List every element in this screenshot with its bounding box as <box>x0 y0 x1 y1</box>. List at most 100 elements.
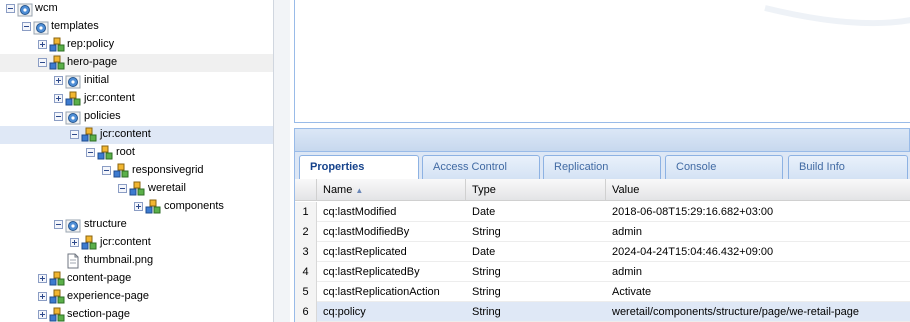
folder-globe-icon <box>17 3 33 17</box>
tree-node-jcr-content[interactable]: jcr:content <box>0 90 273 108</box>
column-header-label: Name <box>323 184 353 196</box>
node-cubes-icon <box>49 55 65 70</box>
column-header-label: Type <box>472 184 496 196</box>
node-cubes-icon <box>97 145 113 160</box>
tree-node-rep-policy[interactable]: rep:policy <box>0 36 273 54</box>
collapse-icon[interactable] <box>54 112 63 121</box>
tab-build-info[interactable]: Build Info <box>788 155 908 179</box>
tree-node-policies[interactable]: policies <box>0 108 273 126</box>
tree-node-hero-page[interactable]: hero-page <box>0 54 273 72</box>
table-row[interactable]: 1 cq:lastModified Date 2018-06-08T15:29:… <box>295 202 910 222</box>
node-cubes-icon <box>49 307 65 322</box>
collapse-icon[interactable] <box>70 130 79 139</box>
collapse-icon[interactable] <box>54 220 63 229</box>
collapse-icon[interactable] <box>22 22 31 31</box>
node-cubes-icon <box>81 127 97 142</box>
sort-ascending-icon: ▲ <box>355 186 364 195</box>
tree-node-structure[interactable]: structure <box>0 216 273 234</box>
tree-node-label: responsivegrid <box>132 164 204 176</box>
tree-node-label: components <box>164 200 224 212</box>
cell-value: admin <box>612 266 642 278</box>
table-row[interactable]: 5 cq:lastReplicationAction String Activa… <box>295 282 910 302</box>
tab-console[interactable]: Console <box>665 155 783 179</box>
collapse-icon[interactable] <box>118 184 127 193</box>
row-number: 4 <box>295 262 317 282</box>
expand-icon[interactable] <box>38 274 47 283</box>
editor-area <box>294 0 910 123</box>
tree-node-label: jcr:content <box>100 128 151 140</box>
node-cubes-icon <box>49 37 65 52</box>
column-header-name[interactable]: Name ▲ <box>317 179 466 201</box>
tree-node-templates[interactable]: templates <box>0 18 273 36</box>
cell-type: Date <box>472 246 496 258</box>
tree-node-wcm[interactable]: wcm <box>0 0 273 18</box>
tab-access-control[interactable]: Access Control <box>422 155 540 179</box>
tree-node-label: structure <box>84 218 127 230</box>
cell-type: String <box>472 306 501 318</box>
editor-background-decoration <box>764 5 910 27</box>
expand-icon[interactable] <box>38 292 47 301</box>
column-header-type[interactable]: Type <box>466 179 606 201</box>
cell-type: String <box>472 286 501 298</box>
panel-splitter[interactable] <box>273 0 290 322</box>
tree-node-components[interactable]: components <box>0 198 273 216</box>
tree-node-label: weretail <box>148 182 186 194</box>
cell-name: cq:lastModified <box>323 206 397 218</box>
tree-node-label: hero-page <box>67 56 118 68</box>
column-header-value[interactable]: Value <box>606 179 910 201</box>
expand-icon[interactable] <box>38 40 47 49</box>
collapse-icon[interactable] <box>86 148 95 157</box>
tree-node-structure-jcr-content[interactable]: jcr:content <box>0 234 273 252</box>
cell-name: cq:lastReplicatedBy <box>323 266 420 278</box>
table-row[interactable]: 6 cq:policy String weretail/components/s… <box>295 302 910 322</box>
table-row[interactable]: 3 cq:lastReplicated Date 2024-04-24T15:0… <box>295 242 910 262</box>
tree-node-thumbnail[interactable]: thumbnail.png <box>0 252 273 270</box>
node-cubes-icon <box>49 271 65 286</box>
expand-icon[interactable] <box>134 202 143 211</box>
collapse-icon[interactable] <box>6 4 15 13</box>
tree-node-label: wcm <box>35 2 58 14</box>
properties-grid: Name ▲ Type Value 1 cq:lastModified Date … <box>294 179 910 322</box>
table-row[interactable]: 4 cq:lastReplicatedBy String admin <box>295 262 910 282</box>
folder-globe-icon <box>65 75 81 89</box>
tree-node-label: initial <box>84 74 110 86</box>
row-number-header <box>295 179 317 201</box>
cell-name: cq:lastReplicated <box>323 246 407 258</box>
tab-strip: Properties Access Control Replication Co… <box>294 152 910 180</box>
cell-value: admin <box>612 226 642 238</box>
node-cubes-icon <box>145 199 161 214</box>
tree-node-policies-jcr-content[interactable]: jcr:content <box>0 126 273 144</box>
collapse-icon[interactable] <box>102 166 111 175</box>
expand-icon[interactable] <box>54 94 63 103</box>
tab-replication[interactable]: Replication <box>543 155 661 179</box>
tree-node-label: section-page <box>67 308 130 320</box>
tab-properties[interactable]: Properties <box>299 155 419 180</box>
cell-name: cq:policy <box>323 306 366 318</box>
tree-node-label: jcr:content <box>100 236 151 248</box>
collapse-icon[interactable] <box>38 58 47 67</box>
node-cubes-icon <box>65 91 81 106</box>
tree-node-experience-page[interactable]: experience-page <box>0 288 273 306</box>
expand-icon[interactable] <box>70 238 79 247</box>
expand-icon[interactable] <box>38 310 47 319</box>
tree-node-weretail[interactable]: weretail <box>0 180 273 198</box>
node-cubes-icon <box>49 289 65 304</box>
tree-node-content-page[interactable]: content-page <box>0 270 273 288</box>
row-number: 2 <box>295 222 317 242</box>
cell-name: cq:lastModifiedBy <box>323 226 410 238</box>
tree-node-root[interactable]: root <box>0 144 273 162</box>
tree-node-label: experience-page <box>67 290 149 302</box>
row-number: 5 <box>295 282 317 302</box>
expand-icon[interactable] <box>54 76 63 85</box>
folder-globe-icon <box>65 219 81 233</box>
panel-toolbar <box>294 128 910 152</box>
table-row[interactable]: 2 cq:lastModifiedBy String admin <box>295 222 910 242</box>
row-number: 6 <box>295 302 317 322</box>
tree-node-initial[interactable]: initial <box>0 72 273 90</box>
repository-tree: wcm templates rep:policy hero-page initi… <box>0 0 273 322</box>
tree-node-section-page[interactable]: section-page <box>0 306 273 322</box>
cell-type: Date <box>472 206 496 218</box>
cell-value: weretail/components/structure/page/we-re… <box>612 306 860 318</box>
tree-node-responsivegrid[interactable]: responsivegrid <box>0 162 273 180</box>
node-cubes-icon <box>113 163 129 178</box>
